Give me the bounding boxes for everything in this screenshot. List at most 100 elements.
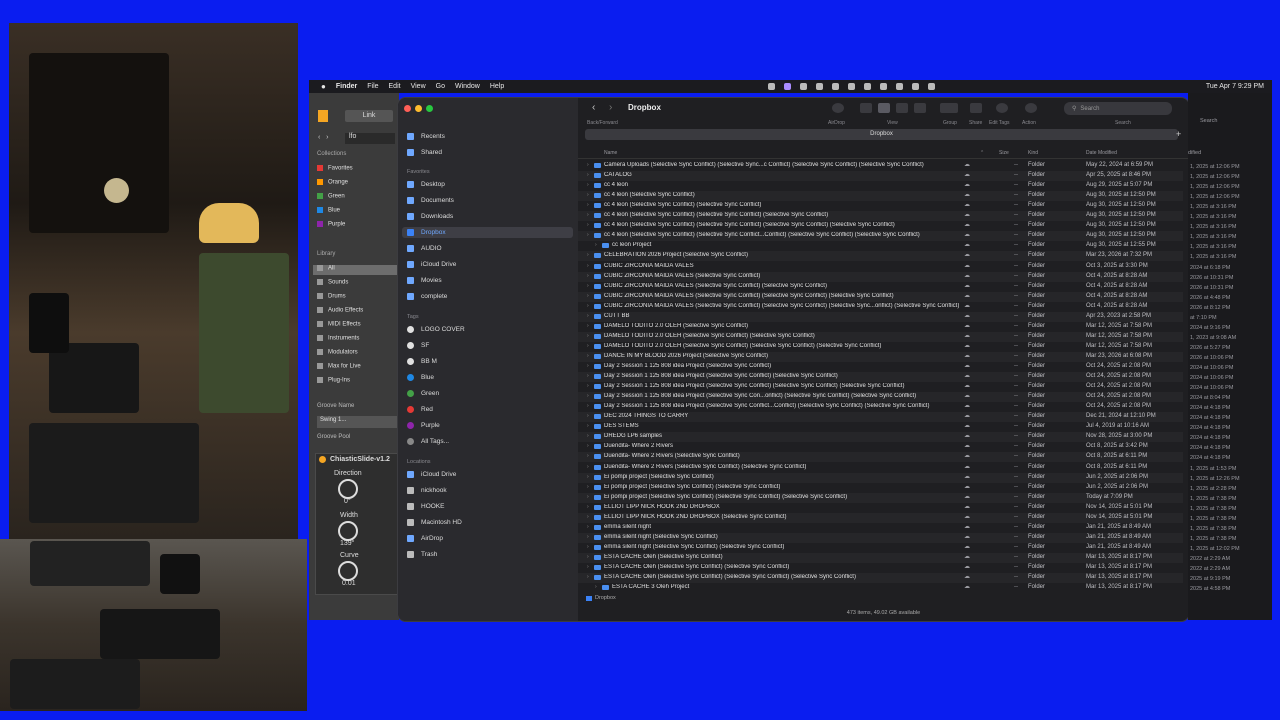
menu-view[interactable]: View bbox=[411, 83, 426, 90]
sidebar-tag-sf[interactable]: SF bbox=[407, 340, 573, 351]
disclosure-chevron-icon[interactable]: › bbox=[587, 162, 589, 168]
list-view-button[interactable] bbox=[878, 103, 890, 113]
library-all[interactable]: All bbox=[313, 265, 399, 275]
table-row[interactable]: › Day 2 Session 1 125 808 idea Project (S… bbox=[578, 392, 1183, 403]
table-row[interactable]: › DEC 2024 THINGS TO CARRY ☁ -- Folder Dec 21… bbox=[578, 412, 1183, 423]
action-button[interactable] bbox=[1025, 103, 1037, 113]
table-row[interactable]: › DES STEMS ☁ -- Folder Jul 4, 2019 at 10:16 … bbox=[578, 422, 1183, 432]
disclosure-chevron-icon[interactable]: › bbox=[587, 283, 589, 289]
device-power-icon[interactable] bbox=[319, 456, 326, 463]
menu-window[interactable]: Window bbox=[455, 83, 480, 90]
battery-icon[interactable] bbox=[863, 83, 871, 90]
table-row[interactable]: › cc 4 leon (Selective Sync Conflict) (Se… bbox=[578, 201, 1183, 211]
disclosure-chevron-icon[interactable]: › bbox=[587, 494, 589, 500]
close-window-button[interactable] bbox=[404, 105, 411, 112]
disclosure-chevron-icon[interactable]: › bbox=[587, 443, 589, 449]
curve-knob[interactable] bbox=[338, 561, 358, 581]
column-kind[interactable]: Kind bbox=[1028, 150, 1038, 156]
table-row[interactable]: › CATALOG ☁ -- Folder Apr 25, 2025 at 8:46 PM bbox=[578, 171, 1183, 182]
sidebar-item-audio[interactable]: AUDIO bbox=[407, 243, 573, 254]
volume-icon[interactable] bbox=[799, 83, 807, 90]
table-row[interactable]: › CUBIC ZIRCONIA MAIDA VALES (Selective S… bbox=[578, 291, 1183, 302]
width-knob[interactable] bbox=[338, 521, 358, 541]
sidebar-location-macintosh-hd[interactable]: Macintosh HD bbox=[407, 517, 573, 528]
table-row[interactable]: › cc 4 leon (Selective Sync Conflict) ☁ -- F… bbox=[578, 191, 1183, 202]
table-row[interactable]: › CUBIC ZIRCONIA MAIDA VALES (Selective S… bbox=[578, 271, 1183, 282]
table-row[interactable]: › Day 2 Session 1 125 808 idea Project (S… bbox=[578, 382, 1183, 392]
sidebar-location-icloud[interactable]: iCloud Drive bbox=[407, 469, 573, 480]
disclosure-chevron-icon[interactable]: › bbox=[587, 554, 589, 560]
table-row[interactable]: › Duendita- Where 2 Rivers ☁ -- Folder Oct 8,… bbox=[578, 442, 1183, 452]
disclosure-chevron-icon[interactable]: › bbox=[587, 464, 589, 470]
disclosure-chevron-icon[interactable]: › bbox=[587, 504, 589, 510]
disclosure-chevron-icon[interactable]: › bbox=[587, 453, 589, 459]
sidebar-item-movies[interactable]: Movies bbox=[407, 275, 573, 286]
disclosure-chevron-icon[interactable]: › bbox=[587, 172, 589, 178]
disclosure-chevron-icon[interactable]: › bbox=[587, 564, 589, 570]
menu-help[interactable]: Help bbox=[490, 83, 504, 90]
link-button[interactable]: Link bbox=[345, 110, 393, 122]
sidebar-tag-all-tags[interactable]: All Tags... bbox=[407, 436, 573, 447]
table-row[interactable]: › cc 4 leon (Selective Sync Conflict) (Se… bbox=[578, 211, 1183, 222]
disclosure-chevron-icon[interactable]: › bbox=[587, 393, 589, 399]
disclosure-chevron-icon[interactable]: › bbox=[587, 474, 589, 480]
sidebar-item-downloads[interactable]: Downloads bbox=[407, 211, 573, 222]
status-app-icon[interactable] bbox=[767, 83, 775, 90]
table-row[interactable]: › ESTA CACHE 3 Oleh Project ☁ -- Folder Mar 1… bbox=[578, 583, 1183, 591]
column-view-button[interactable] bbox=[896, 103, 908, 113]
sidebar-item-dropbox[interactable]: Dropbox bbox=[402, 227, 573, 238]
airdrop-icon[interactable] bbox=[832, 103, 844, 113]
table-row[interactable]: › Duendita- Where 2 Rivers (Selective Syn… bbox=[578, 463, 1183, 473]
disclosure-chevron-icon[interactable]: › bbox=[587, 182, 589, 188]
table-row[interactable]: › DREDG LP6 samples ☁ -- Folder Nov 28, 2025 … bbox=[578, 432, 1183, 443]
table-row[interactable]: › DANCE IN MY BLOOD 2026 Project (Selecti… bbox=[578, 351, 1183, 362]
disclosure-chevron-icon[interactable]: › bbox=[587, 293, 589, 299]
direction-knob[interactable] bbox=[338, 479, 358, 499]
sidebar-tag-blue[interactable]: Blue bbox=[407, 372, 573, 383]
table-row[interactable]: › ESTA CACHE Oleh (Selective Sync Conflic… bbox=[578, 552, 1183, 563]
disclosure-chevron-icon[interactable]: › bbox=[587, 544, 589, 550]
disclosure-chevron-icon[interactable]: › bbox=[587, 383, 589, 389]
sidebar-tag-red[interactable]: Red bbox=[407, 404, 573, 415]
sidebar-item-documents[interactable]: Documents bbox=[407, 195, 573, 206]
disclosure-chevron-icon[interactable]: › bbox=[587, 514, 589, 520]
apple-menu-icon[interactable]: ● bbox=[321, 82, 326, 91]
sidebar-location-nickhook[interactable]: nickhook bbox=[407, 485, 573, 496]
menu-finder[interactable]: Finder bbox=[336, 83, 357, 90]
table-row[interactable]: › Duendita- Where 2 Rivers (Selective Syn… bbox=[578, 452, 1183, 463]
table-row[interactable]: › cc leon Project ☁ -- Folder Aug 30, 2025 at… bbox=[578, 241, 1183, 251]
table-row[interactable]: › DAMELO TODITO 2.0 OLEH (Selective Sync … bbox=[578, 342, 1183, 352]
menu-edit[interactable]: Edit bbox=[389, 83, 401, 90]
bottom-path[interactable]: Dropbox bbox=[586, 595, 616, 601]
forward-button[interactable]: › bbox=[609, 102, 612, 113]
sidebar-tag-green[interactable]: Green bbox=[407, 388, 573, 399]
disclosure-chevron-icon[interactable]: › bbox=[587, 192, 589, 198]
disclosure-chevron-icon[interactable]: › bbox=[587, 343, 589, 349]
disclosure-chevron-icon[interactable]: › bbox=[587, 484, 589, 490]
table-row[interactable]: › emma silent night (Selective Sync Confl… bbox=[578, 532, 1183, 543]
table-row[interactable]: › ELLIOT LIPP NICK HOOK 2ND DROPBOX ☁ -- Fol… bbox=[578, 503, 1183, 513]
table-row[interactable]: › CUBIC ZIRCONIA MAIDA VALES (Selective S… bbox=[578, 282, 1183, 292]
table-row[interactable]: › Ei pompi project (Selective Sync Confli… bbox=[578, 492, 1183, 503]
group-button[interactable] bbox=[940, 103, 958, 113]
column-name[interactable]: Name bbox=[604, 150, 617, 156]
table-row[interactable]: › CELEBRATION 2026 Project (Selective Syn… bbox=[578, 251, 1183, 262]
back-forward-icons[interactable]: ‹ › bbox=[318, 134, 329, 141]
sidebar-item-icloud-drive[interactable]: iCloud Drive bbox=[407, 259, 573, 270]
lfo-search-field[interactable]: lfo bbox=[345, 133, 395, 144]
disclosure-chevron-icon[interactable]: › bbox=[587, 363, 589, 369]
bluetooth-icon[interactable] bbox=[879, 83, 887, 90]
table-row[interactable]: › Ei pompi project (Selective Sync Confli… bbox=[578, 483, 1183, 493]
table-row[interactable]: › Camera Uploads (Selective Sync Conflict… bbox=[578, 161, 1183, 171]
sidebar-location-hooke[interactable]: HOOKE bbox=[407, 501, 573, 512]
table-row[interactable]: › cc 4 leon (Selective Sync Conflict) (Se… bbox=[578, 221, 1183, 231]
disclosure-chevron-icon[interactable]: › bbox=[587, 423, 589, 429]
disclosure-chevron-icon[interactable]: › bbox=[587, 273, 589, 279]
disclosure-chevron-icon[interactable]: › bbox=[587, 524, 589, 530]
disclosure-chevron-icon[interactable]: › bbox=[587, 403, 589, 409]
disclosure-chevron-icon[interactable]: › bbox=[587, 433, 589, 439]
disclosure-chevron-icon[interactable]: › bbox=[595, 584, 597, 590]
share-button[interactable] bbox=[970, 103, 982, 113]
sidebar-item-complete[interactable]: complete bbox=[407, 291, 573, 302]
icon-view-button[interactable] bbox=[860, 103, 872, 113]
